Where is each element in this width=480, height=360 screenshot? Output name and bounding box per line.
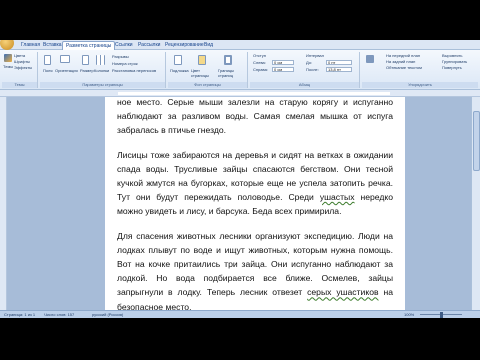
paragraph-1: ное место. Серые мыши залезли на старую …: [117, 97, 393, 136]
breaks-button[interactable]: Разрывы: [112, 54, 129, 59]
word-window: Главная Вставка Разметка страницы Ссылки…: [0, 40, 480, 318]
orientation-button[interactable]: Ориентация: [55, 68, 78, 73]
indent-left-label: Слева:: [253, 60, 266, 65]
spelling-underline: серых ушастиков: [307, 287, 379, 298]
document-area: ное место. Серые мыши залезли на старую …: [0, 97, 480, 312]
group-title-paragraph: Абзац: [250, 82, 359, 88]
proofing-language[interactable]: русский (Россия): [92, 312, 123, 318]
vertical-scrollbar[interactable]: [471, 97, 480, 310]
paragraph-3: Для спасения животных лесники организуют…: [117, 229, 393, 314]
themes-button[interactable]: Темы: [3, 64, 13, 69]
group-title-page-setup: Параметры страницы: [40, 82, 165, 88]
align-button[interactable]: Выровнять: [442, 53, 462, 58]
spacing-label: Интервал: [306, 53, 324, 58]
word-count[interactable]: Число слов: 157: [44, 312, 74, 318]
office-button[interactable]: [0, 40, 14, 50]
group-button[interactable]: Группировать: [442, 59, 467, 64]
vertical-ruler[interactable]: [0, 97, 7, 310]
group-arrange: На передний план На задний план Обтекани…: [362, 52, 478, 88]
paragraph-2: Лисицы тоже забираются на деревья и сидя…: [117, 148, 393, 219]
spacing-before-input[interactable]: 0 пт: [326, 60, 352, 65]
spacing-after-input[interactable]: 13,8 пт: [326, 67, 352, 72]
group-themes: Темы Цвета Шрифты Эффекты Темы: [2, 52, 38, 88]
orientation-icon: [60, 55, 70, 63]
group-title-arrange: Упорядочить: [362, 82, 478, 88]
page-borders-icon: [224, 55, 232, 65]
watermark-icon: [174, 55, 182, 65]
status-bar: Страница: 1 из 1 Число слов: 157 русский…: [0, 310, 480, 318]
theme-colors-button[interactable]: Цвета: [14, 53, 25, 58]
wrap-text-button[interactable]: Обтекание текстом: [386, 65, 422, 70]
page-count[interactable]: Страница: 1 из 1: [4, 312, 35, 318]
group-page-setup: Поля Ориентация Размер Колонки Разрывы Н…: [40, 52, 166, 88]
spacing-after-label: После:: [306, 67, 319, 72]
columns-icon: [96, 55, 105, 65]
tab-mailings[interactable]: Рассылки: [135, 41, 163, 50]
page-borders-button[interactable]: Границы страниц: [218, 68, 246, 78]
theme-fonts-button[interactable]: Шрифты: [14, 59, 30, 64]
themes-icon: [4, 54, 12, 62]
margins-button[interactable]: Поля: [43, 68, 53, 73]
indent-label: Отступ: [253, 53, 266, 58]
margins-icon: [44, 55, 51, 65]
video-frame: Главная Вставка Разметка страницы Ссылки…: [0, 0, 480, 360]
position-icon: [366, 55, 374, 63]
ribbon: Темы Цвета Шрифты Эффекты Темы Поля Орие…: [0, 50, 480, 90]
indent-right-input[interactable]: 0 см: [272, 67, 294, 72]
watermark-button[interactable]: Подложка: [170, 68, 189, 73]
tab-page-layout[interactable]: Разметка страницы: [62, 41, 116, 50]
tab-review[interactable]: Рецензирование: [162, 41, 207, 50]
group-title-page-background: Фон страницы: [168, 82, 247, 88]
send-back-button[interactable]: На задний план: [386, 59, 415, 64]
hyphenation-button[interactable]: Расстановка переносов: [112, 68, 156, 73]
indent-right-label: Справа:: [253, 67, 268, 72]
columns-button[interactable]: Колонки: [94, 68, 109, 73]
spelling-underline: ушастых: [319, 192, 355, 203]
tab-insert[interactable]: Вставка: [40, 41, 65, 50]
document-page[interactable]: ное место. Серые мыши залезли на старую …: [105, 97, 405, 312]
tab-references[interactable]: Ссылки: [112, 41, 136, 50]
size-icon: [82, 55, 89, 65]
group-title-themes: Темы: [2, 82, 37, 88]
page-color-icon: [198, 55, 206, 65]
bring-front-button[interactable]: На передний план: [386, 53, 420, 58]
indent-left-input[interactable]: 0 см: [272, 60, 294, 65]
line-numbers-button[interactable]: Номера строк: [112, 61, 138, 66]
group-paragraph: Отступ Слева: 0 см Справа: 0 см Интервал…: [250, 52, 360, 88]
rotate-button[interactable]: Повернуть: [442, 65, 462, 70]
scrollbar-thumb[interactable]: [473, 111, 480, 171]
theme-effects-button[interactable]: Эффекты: [14, 65, 32, 70]
ribbon-tab-strip: Главная Вставка Разметка страницы Ссылки…: [0, 40, 480, 50]
size-button[interactable]: Размер: [80, 68, 94, 73]
zoom-slider-knob[interactable]: [440, 312, 443, 318]
document-text[interactable]: ное место. Серые мыши залезли на старую …: [117, 95, 393, 318]
group-page-background: Подложка Цвет страницы Границы страниц Ф…: [168, 52, 248, 88]
zoom-level[interactable]: 100%: [404, 312, 414, 318]
page-color-button[interactable]: Цвет страницы: [191, 68, 213, 78]
spacing-before-label: До:: [306, 60, 313, 65]
tab-view[interactable]: Вид: [201, 41, 216, 50]
